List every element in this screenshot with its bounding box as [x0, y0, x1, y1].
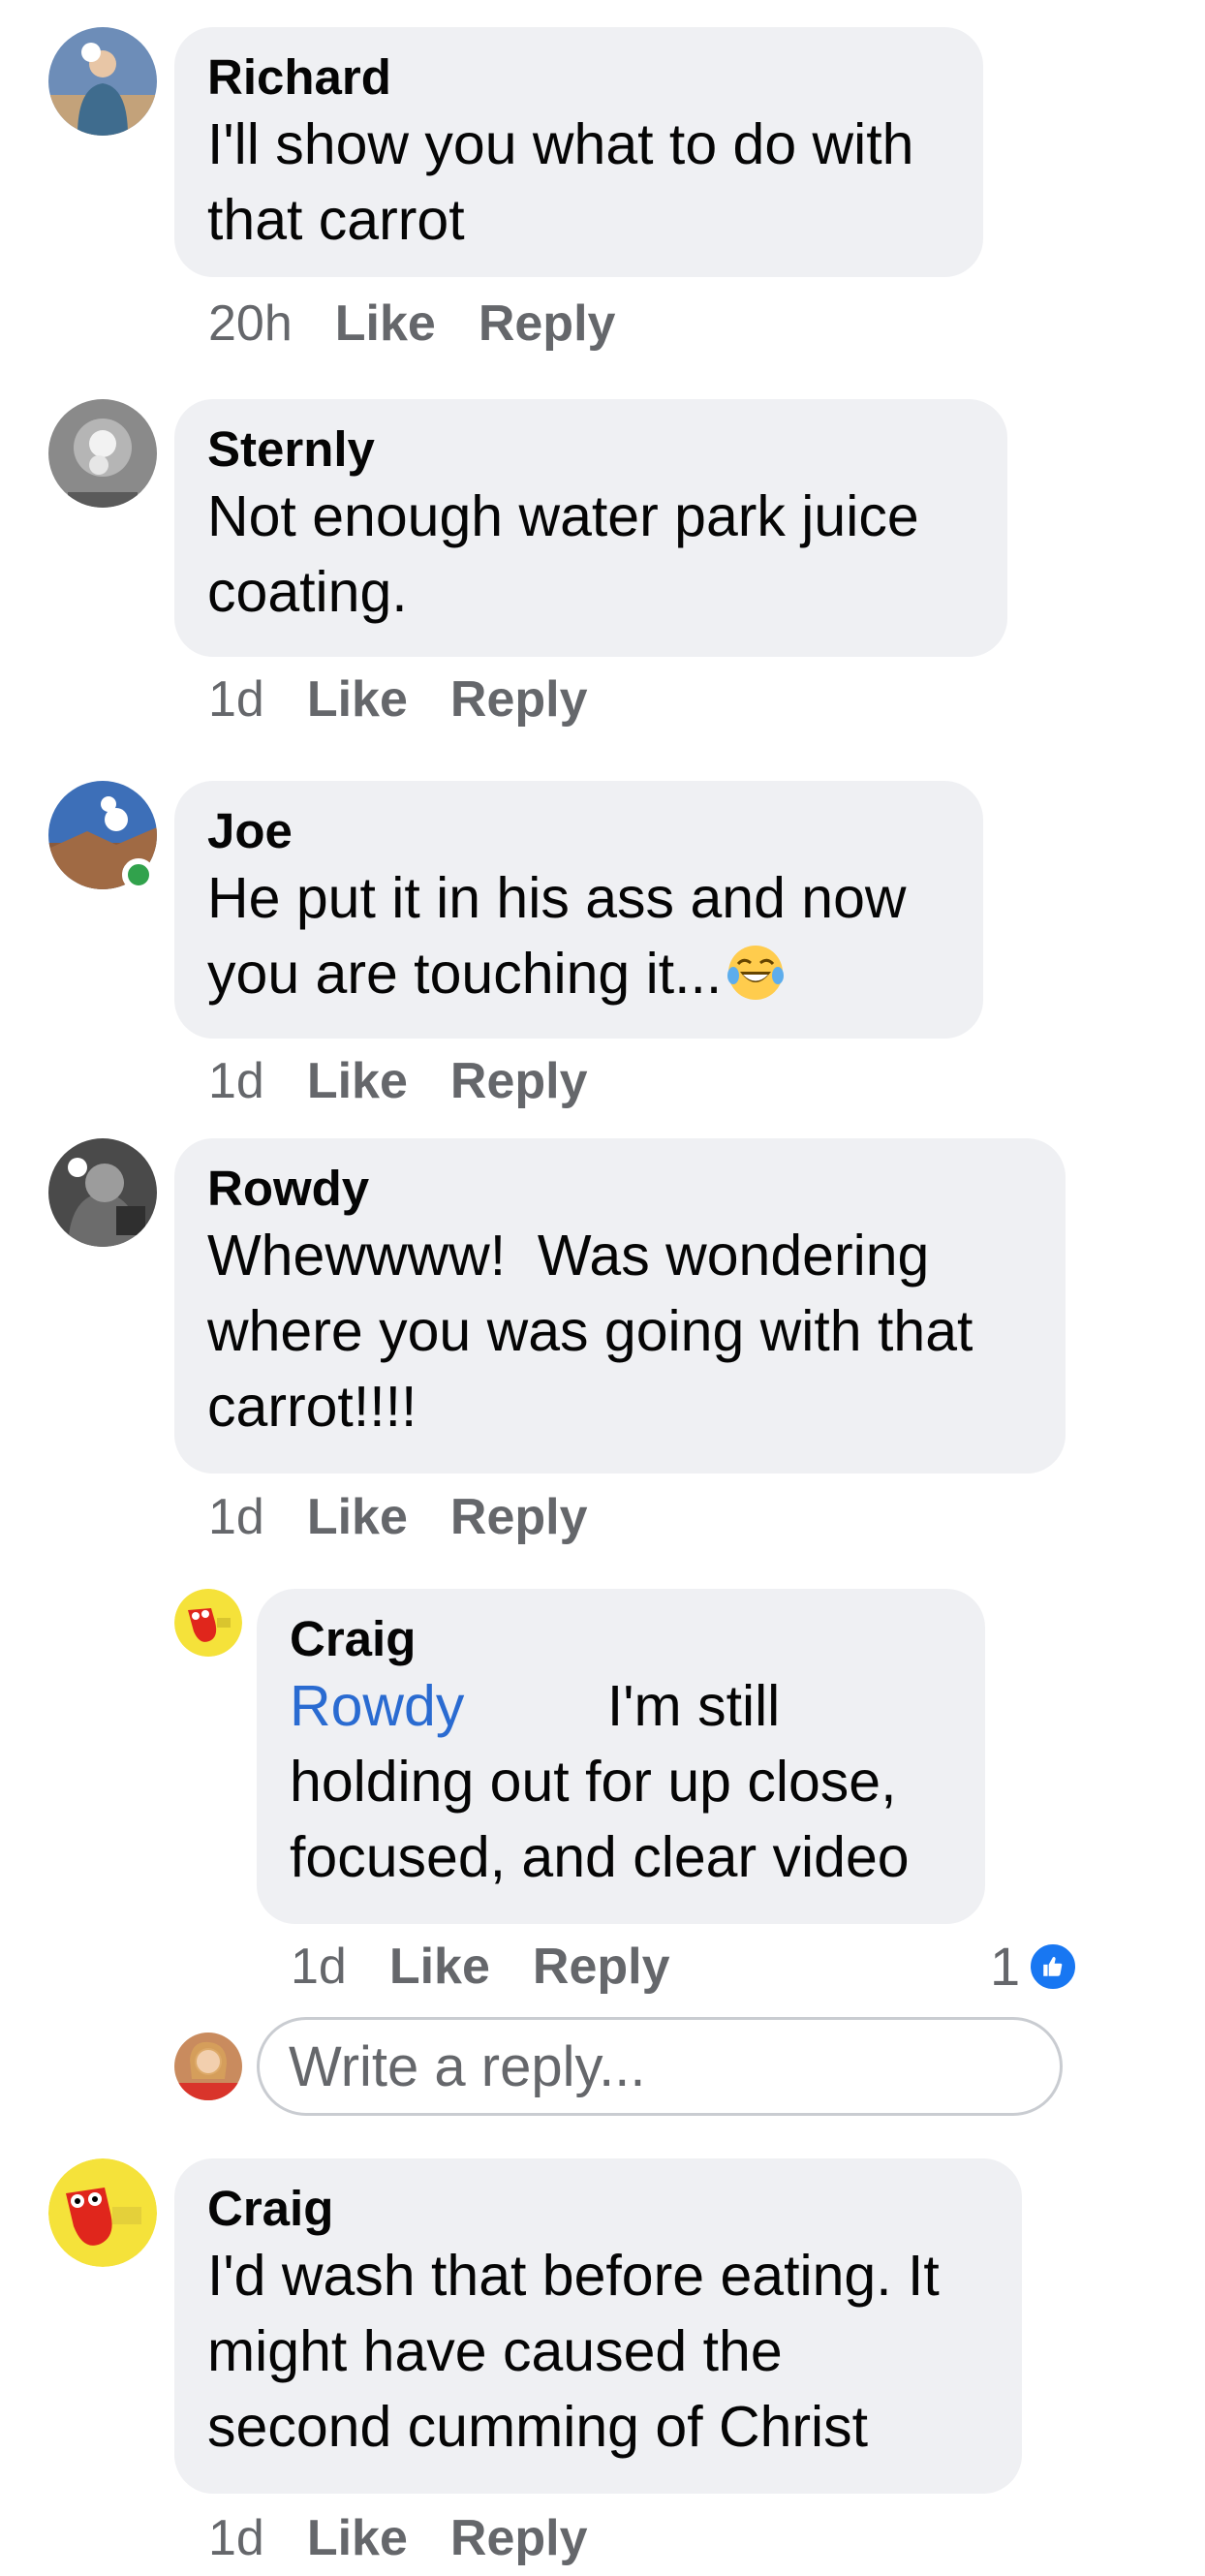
comment-bubble: Richard I'll show you what to do with th…	[174, 27, 983, 277]
comment-author[interactable]: Richard	[207, 48, 950, 107]
comment-bubble: Sternly Not enough water park juice coat…	[174, 399, 1007, 657]
comment-text-content: He put it in his ass and now you are tou…	[207, 866, 907, 1006]
avatar-rowdy[interactable]	[48, 1138, 157, 1247]
comment-actions: 1d Like Reply	[208, 1052, 588, 1110]
comment-text: Whewwww! Was wondering where you was goi…	[207, 1224, 973, 1439]
comment-author[interactable]: Rowdy	[207, 1160, 1033, 1218]
like-button[interactable]: Like	[335, 295, 436, 353]
comment-bubble: Craig I'd wash that before eating. It mi…	[174, 2158, 1022, 2494]
thumbs-up-icon	[1028, 1941, 1079, 1992]
avatar-sternly[interactable]	[48, 399, 157, 508]
comment-timestamp[interactable]: 1d	[291, 1938, 347, 1996]
avatar-richard[interactable]	[48, 27, 157, 136]
comment-timestamp[interactable]: 20h	[208, 295, 293, 353]
reply-text-first-line: I'm still	[464, 1674, 781, 1738]
reaction-count: 1	[990, 1936, 1021, 1997]
reply-placeholder: Write a reply...	[289, 2034, 646, 2098]
comment-text: I'd wash that before eating. It might ha…	[207, 2244, 940, 2459]
like-button[interactable]: Like	[389, 1938, 490, 1996]
comment-timestamp[interactable]: 1d	[208, 1488, 264, 1546]
comment-timestamp[interactable]: 1d	[208, 2509, 264, 2567]
avatar-craig-large[interactable]	[48, 2158, 157, 2267]
comment-actions: 1d Like Reply	[208, 1488, 588, 1546]
reaction-summary[interactable]: 1	[990, 1936, 1079, 1997]
avatar-craig[interactable]	[174, 1589, 242, 1657]
reply-text-content: holding out for up close, focused, and c…	[290, 1750, 910, 1889]
reply-bubble: Craig Rowdy I'm still holding out for up…	[257, 1589, 985, 1924]
comment-bubble: Rowdy Whewwww! Was wondering where you w…	[174, 1138, 1066, 1474]
current-user-avatar[interactable]	[174, 2033, 242, 2100]
mention-link[interactable]: Rowdy	[290, 1674, 464, 1738]
write-reply-input[interactable]: Write a reply...	[257, 2017, 1063, 2116]
reply-button[interactable]: Reply	[450, 670, 588, 729]
reply-text: Rowdy I'm still holding out for up close…	[290, 1668, 952, 1895]
comment-text: I'll show you what to do with that carro…	[207, 112, 914, 252]
like-button[interactable]: Like	[307, 670, 408, 729]
reply-button[interactable]: Reply	[450, 1052, 588, 1110]
like-button[interactable]: Like	[307, 2509, 408, 2567]
reply-button[interactable]: Reply	[479, 295, 616, 353]
comment-author[interactable]: Craig	[290, 1610, 952, 1668]
comment-actions: 1d Like Reply	[208, 670, 588, 729]
comment-author[interactable]: Craig	[207, 2180, 989, 2238]
face-with-tears-of-joy-icon	[726, 943, 786, 1003]
comment-timestamp[interactable]: 1d	[208, 1052, 264, 1110]
reply-button[interactable]: Reply	[450, 1488, 588, 1546]
reply-button[interactable]: Reply	[450, 2509, 588, 2567]
comment-text: Not enough water park juice coating.	[207, 484, 919, 624]
comment-author[interactable]: Sternly	[207, 420, 974, 479]
comment-actions: 1d Like Reply	[291, 1938, 670, 1996]
comment-bubble: Joe He put it in his ass and now you are…	[174, 781, 983, 1039]
like-button[interactable]: Like	[307, 1052, 408, 1110]
online-status-icon	[122, 858, 155, 891]
reply-button[interactable]: Reply	[533, 1938, 670, 1996]
like-button[interactable]: Like	[307, 1488, 408, 1546]
comment-actions: 1d Like Reply	[208, 2509, 588, 2567]
comment-timestamp[interactable]: 1d	[208, 670, 264, 729]
comment-author[interactable]: Joe	[207, 802, 950, 860]
comment-text: He put it in his ass and now you are tou…	[207, 860, 950, 1011]
comment-actions: 20h Like Reply	[208, 295, 615, 353]
